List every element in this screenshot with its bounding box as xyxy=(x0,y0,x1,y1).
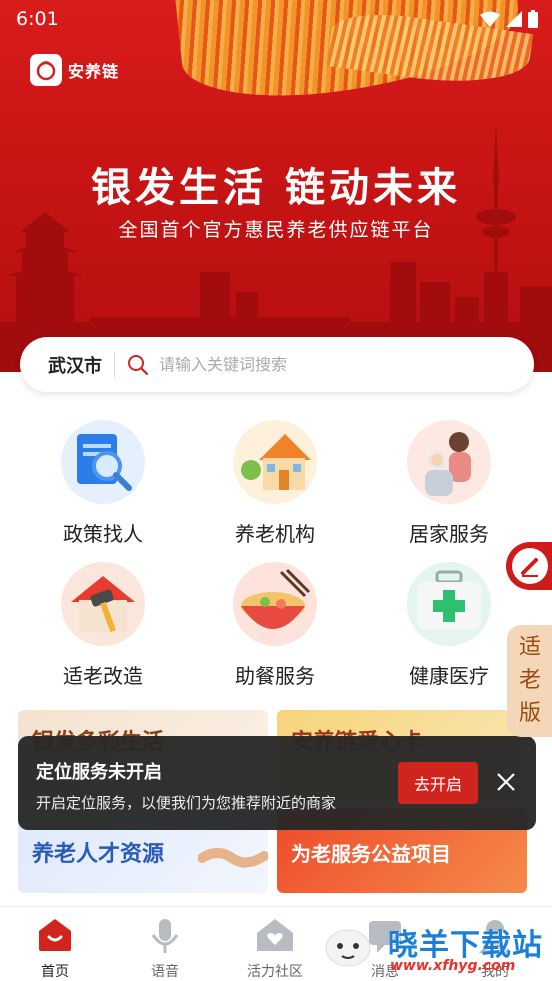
enable-location-button[interactable]: 去开启 xyxy=(398,762,478,804)
toast-title: 定位服务未开启 xyxy=(36,762,162,783)
nursing-home-icon xyxy=(233,420,317,504)
microphone-icon xyxy=(151,919,179,953)
elder-mode-char: 老 xyxy=(518,668,541,693)
search-input[interactable] xyxy=(159,355,459,374)
signal-icon xyxy=(506,11,522,27)
hero-banner: 6:01 安养链 银发生活 链动未来 全国首个官方惠民养老供应链平台 xyxy=(0,0,552,372)
location-toast: 定位服务未开启 开启定位服务，以便我们为您推荐附近的商家 去开启 xyxy=(18,736,536,830)
wifi-icon xyxy=(480,11,500,27)
tab-voice[interactable]: 语音 xyxy=(110,907,220,981)
tab-label: 首页 xyxy=(41,964,69,980)
app-logo: 安养链 xyxy=(30,54,119,86)
service-nursing-home[interactable]: 养老机构 xyxy=(200,420,350,547)
tab-label: 活力社区 xyxy=(247,964,303,980)
search-bar: 武汉市 xyxy=(20,337,534,392)
watermark-url: www.xfhyg.com xyxy=(390,958,516,974)
logo-text: 安养链 xyxy=(68,62,120,81)
service-label: 居家服务 xyxy=(409,522,489,546)
handshake-icon xyxy=(198,848,268,868)
search-divider xyxy=(114,351,115,378)
sheep-logo-icon xyxy=(325,929,371,967)
site-watermark: 晓羊下载站 www.xfhyg.com xyxy=(316,918,552,981)
banner-title: 养老人才资源 xyxy=(32,841,165,867)
elder-mode-button[interactable]: 适 老 版 xyxy=(507,625,552,737)
toast-description: 开启定位服务，以便我们为您推荐附近的商家 xyxy=(36,794,337,812)
elder-mode-char: 适 xyxy=(518,635,541,660)
community-icon xyxy=(257,919,293,951)
elder-mode-char: 版 xyxy=(518,701,541,726)
service-label: 助餐服务 xyxy=(235,664,315,688)
city-selector[interactable]: 武汉市 xyxy=(20,352,114,378)
meal-service-icon xyxy=(233,562,317,646)
service-label: 政策找人 xyxy=(63,522,143,546)
service-meal[interactable]: 助餐服务 xyxy=(200,562,350,689)
tab-label: 语音 xyxy=(151,964,179,980)
banner-title: 为老服务公益项目 xyxy=(291,842,451,866)
pencil-icon xyxy=(512,548,548,584)
service-label: 健康医疗 xyxy=(409,664,489,688)
close-icon[interactable] xyxy=(494,770,518,794)
medical-kit-icon xyxy=(407,562,491,646)
hero-slogan: 银发生活 链动未来 xyxy=(91,164,461,211)
home-icon xyxy=(39,919,71,951)
tab-community[interactable]: 活力社区 xyxy=(220,907,330,981)
policy-search-icon xyxy=(61,420,145,504)
search-icon xyxy=(128,354,149,375)
battery-icon xyxy=(528,10,538,28)
renovation-icon xyxy=(61,562,145,646)
home-care-icon xyxy=(407,420,491,504)
status-time: 6:01 xyxy=(16,8,59,30)
logo-mark-icon xyxy=(30,54,62,86)
service-medical[interactable]: 健康医疗 xyxy=(374,562,524,689)
hero-subtitle: 全国首个官方惠民养老供应链平台 xyxy=(118,219,434,241)
tab-home[interactable]: 首页 xyxy=(0,907,110,981)
service-home-care[interactable]: 居家服务 xyxy=(374,420,524,547)
service-policy-search[interactable]: 政策找人 xyxy=(28,420,178,547)
service-label: 适老改造 xyxy=(63,664,143,688)
status-bar: 6:01 xyxy=(0,0,552,38)
service-renovation[interactable]: 适老改造 xyxy=(28,562,178,689)
feedback-float-button[interactable] xyxy=(506,542,552,590)
service-label: 养老机构 xyxy=(235,522,315,546)
